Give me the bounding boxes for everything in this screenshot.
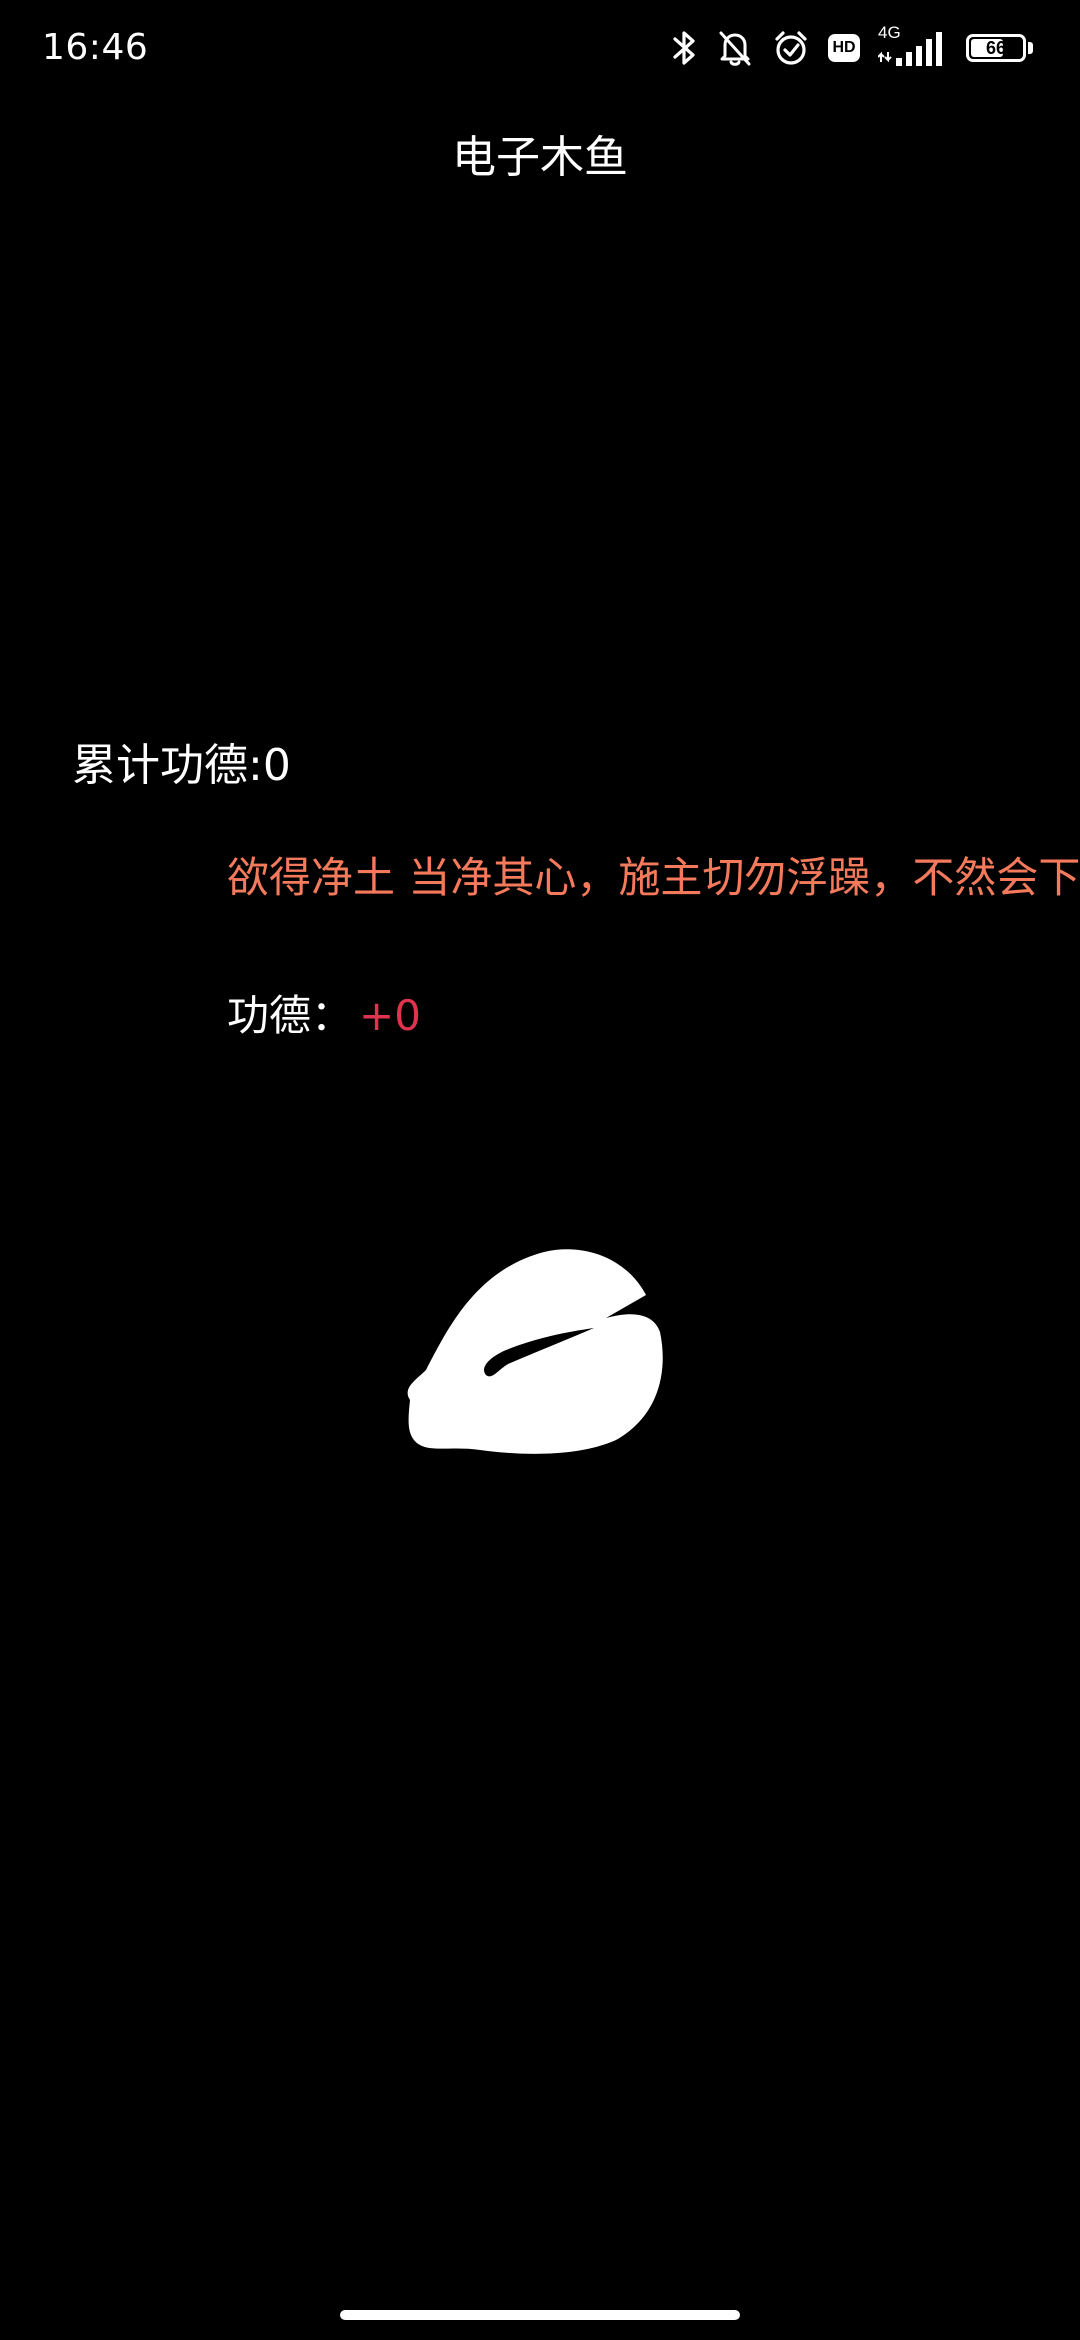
scrolling-quote: 欲得净土 当净其心，施主切勿浮躁，不然会下 xyxy=(227,848,1080,908)
page-title: 电子木鱼 xyxy=(452,132,628,183)
battery-tip xyxy=(1028,42,1033,54)
hd-icon: HD xyxy=(828,34,860,62)
battery-icon: 66 xyxy=(966,32,1036,64)
status-time: 16:46 xyxy=(42,27,149,68)
merit-increment: 功德： +0 xyxy=(227,986,421,1046)
scrolling-quote-text: 欲得净土 当净其心，施主切勿浮躁，不然会下 xyxy=(227,853,1080,902)
merit-value: +0 xyxy=(359,991,421,1040)
signal-icon: 4G xyxy=(878,24,948,72)
merit-label: 功德： xyxy=(227,991,354,1040)
bluetooth-icon xyxy=(672,28,698,68)
alarm-icon xyxy=(772,28,810,68)
screen: 16:46 HD 4G 66 电子木鱼 累计功德:0 欲得净土 当净其心，施主切… xyxy=(0,0,1080,2340)
bell-off-icon xyxy=(716,28,754,68)
battery-body: 66 xyxy=(966,34,1026,62)
status-bar: 16:46 HD 4G 66 xyxy=(0,0,1080,96)
status-icons: HD 4G 66 xyxy=(672,24,1036,72)
battery-percent: 66 xyxy=(985,37,1007,58)
wooden-fish-icon xyxy=(407,1249,663,1454)
wooden-fish-button[interactable] xyxy=(396,1240,686,1465)
total-merit-counter: 累计功德:0 xyxy=(72,740,291,791)
home-indicator[interactable] xyxy=(340,2310,740,2320)
